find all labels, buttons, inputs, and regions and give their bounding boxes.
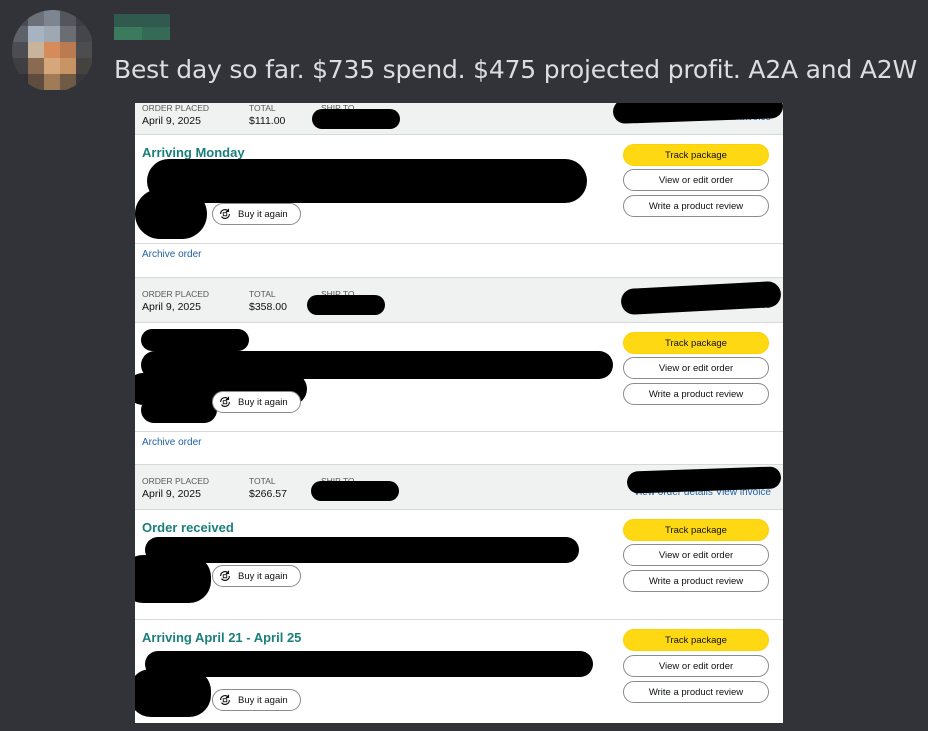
divider [135, 431, 783, 432]
redaction [145, 651, 593, 677]
redaction [135, 555, 211, 603]
track-package-button[interactable]: Track package [623, 332, 769, 354]
buy-again-button[interactable]: Buy it again [212, 565, 301, 587]
track-package-button[interactable]: Track package [623, 519, 769, 541]
redaction [307, 295, 385, 315]
order-history-screenshot: ORDER PLACED April 9, 2025 TOTAL $111.00… [135, 103, 783, 723]
buy-again-label: Buy it again [238, 570, 288, 582]
buy-again-button[interactable]: Buy it again [212, 689, 301, 711]
order-placed-date: April 9, 2025 [142, 301, 201, 313]
divider [135, 619, 783, 620]
total-label: TOTAL [249, 289, 276, 299]
order-placed-label: ORDER PLACED [142, 289, 210, 299]
order-placed-date: April 9, 2025 [142, 488, 201, 500]
order-total: $266.57 [249, 488, 287, 500]
divider [135, 243, 783, 244]
view-edit-order-button[interactable]: View or edit order [623, 544, 769, 566]
redaction [145, 537, 579, 563]
buy-again-label: Buy it again [238, 208, 288, 220]
track-package-button[interactable]: Track package [623, 144, 769, 166]
redaction [141, 329, 249, 351]
buy-again-label: Buy it again [238, 694, 288, 706]
buy-again-button[interactable]: Buy it again [212, 391, 301, 413]
archive-order-link[interactable]: Archive order [142, 437, 201, 448]
redaction [141, 397, 217, 423]
order-placed-date: April 9, 2025 [142, 115, 201, 127]
buy-again-label: Buy it again [238, 396, 288, 408]
delivery-status: Arriving Monday [142, 145, 245, 160]
avatar[interactable] [12, 10, 94, 92]
view-edit-order-button[interactable]: View or edit order [623, 655, 769, 677]
redaction [135, 189, 207, 239]
write-review-button[interactable]: Write a product review [623, 383, 769, 405]
delivery-status: Arriving April 21 - April 25 [142, 630, 302, 645]
archive-order-link[interactable]: Archive order [142, 249, 201, 260]
redaction [312, 109, 400, 129]
order-placed-label: ORDER PLACED [142, 476, 210, 486]
buy-again-button[interactable]: Buy it again [212, 203, 301, 225]
write-review-button[interactable]: Write a product review [623, 570, 769, 592]
reorder-cycle-icon [220, 208, 230, 219]
view-edit-order-button[interactable]: View or edit order [623, 169, 769, 191]
username-blurred[interactable] [114, 14, 170, 40]
write-review-button[interactable]: Write a product review [623, 195, 769, 217]
message-text: Best day so far. $735 spend. $475 projec… [114, 55, 917, 84]
redaction [147, 159, 587, 203]
reorder-cycle-icon [220, 396, 230, 407]
write-review-button[interactable]: Write a product review [623, 681, 769, 703]
reorder-cycle-icon [220, 694, 230, 705]
delivery-status: Order received [142, 520, 234, 535]
reorder-cycle-icon [220, 570, 230, 581]
redaction [135, 669, 211, 717]
redaction [311, 481, 399, 501]
order-total: $358.00 [249, 301, 287, 313]
order-total: $111.00 [249, 115, 286, 127]
view-edit-order-button[interactable]: View or edit order [623, 357, 769, 379]
total-label: TOTAL [249, 103, 276, 113]
track-package-button[interactable]: Track package [623, 629, 769, 651]
total-label: TOTAL [249, 476, 276, 486]
order-placed-label: ORDER PLACED [142, 103, 210, 113]
